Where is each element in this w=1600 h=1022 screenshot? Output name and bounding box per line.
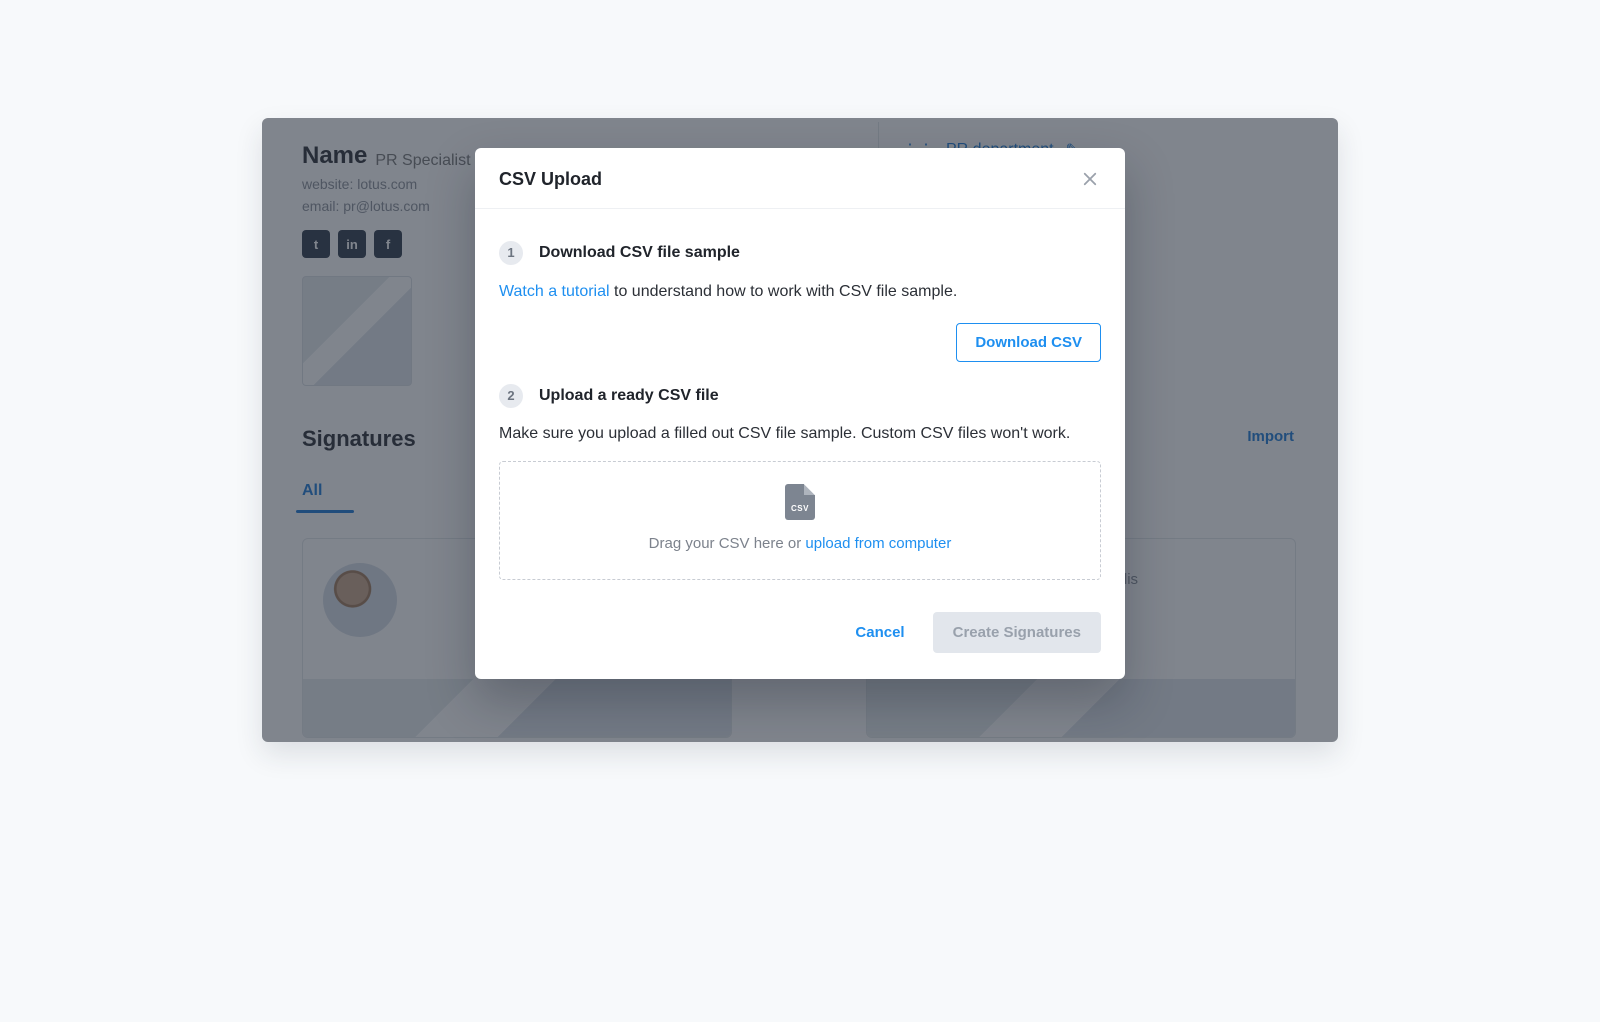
step-title: Download CSV file sample — [539, 241, 740, 266]
step-2: 2 Upload a ready CSV file Make sure you … — [499, 362, 1101, 581]
upload-from-computer-link[interactable]: upload from computer — [805, 535, 951, 552]
close-icon[interactable] — [1079, 168, 1101, 190]
step-1: 1 Download CSV file sample Watch a tutor… — [499, 219, 1101, 362]
download-csv-button[interactable]: Download CSV — [956, 323, 1101, 362]
step-number-badge: 1 — [499, 241, 523, 265]
dropzone-text: Drag your CSV here or upload from comput… — [510, 532, 1090, 555]
step-number-badge: 2 — [499, 384, 523, 408]
drag-text: Drag your CSV here or — [649, 535, 806, 552]
step-description: Watch a tutorial to understand how to wo… — [499, 280, 1101, 305]
step-title: Upload a ready CSV file — [539, 384, 719, 409]
step-description: Make sure you upload a filled out CSV fi… — [499, 422, 1101, 447]
csv-upload-modal: CSV Upload 1 Download CSV file sample Wa… — [475, 148, 1125, 679]
create-signatures-button[interactable]: Create Signatures — [933, 612, 1101, 653]
modal-title: CSV Upload — [499, 169, 602, 190]
csv-file-icon: CSV — [785, 484, 815, 520]
step-description-text: to understand how to work with CSV file … — [610, 283, 958, 300]
cancel-button[interactable]: Cancel — [849, 614, 910, 651]
app-window: Name PR Specialist at Lotus Ltd website:… — [262, 118, 1338, 742]
csv-badge-label: CSV — [785, 503, 815, 515]
watch-tutorial-link[interactable]: Watch a tutorial — [499, 283, 610, 300]
csv-dropzone[interactable]: CSV Drag your CSV here or upload from co… — [499, 461, 1101, 580]
